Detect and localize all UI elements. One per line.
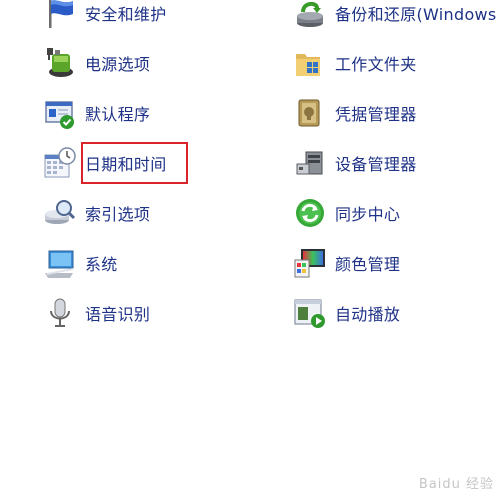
system-computer-icon [43,246,77,280]
color-management-icon [293,246,327,280]
control-panel-item-color-management[interactable]: 颜色管理 [293,243,400,283]
label-color-management: 颜色管理 [335,255,401,274]
label-sync-center: 同步中心 [335,205,401,224]
label-security-maintenance: 安全和维护 [85,5,167,24]
control-panel-item-work-folders[interactable]: 工作文件夹 [293,43,417,83]
control-panel-item-default-programs[interactable]: 默认程序 [43,93,150,133]
label-speech-recognition: 语音识别 [85,305,151,324]
security-maintenance-flag-icon [43,0,77,30]
default-programs-icon [43,96,77,130]
label-default-programs: 默认程序 [85,105,151,124]
date-time-calendar-icon [43,146,77,180]
label-system: 系统 [85,255,118,274]
label-credential-manager: 凭据管理器 [335,105,417,124]
device-manager-icon [293,146,327,180]
credential-manager-icon [293,96,327,130]
baidu-watermark: Baidu 经验 [418,477,494,492]
power-options-battery-icon [43,46,77,80]
indexing-options-icon [43,196,77,230]
highlight-box [81,142,188,184]
label-power-options: 电源选项 [85,55,151,74]
control-panel-item-power-options[interactable]: 电源选项 [43,43,150,83]
control-panel-item-security-maintenance[interactable]: 安全和维护 [43,0,167,33]
work-folders-icon [293,46,327,80]
control-panel-item-backup-restore[interactable]: 备份和还原(Windows 7 [293,0,500,33]
control-panel-item-device-manager[interactable]: 设备管理器 [293,143,417,183]
sync-center-icon [293,196,327,230]
label-backup-restore: 备份和还原(Windows 7 [335,5,500,24]
label-work-folders: 工作文件夹 [335,55,417,74]
control-panel-item-speech-recognition[interactable]: 语音识别 [43,293,150,333]
control-panel-item-autoplay[interactable]: 自动播放 [293,293,400,333]
label-device-manager: 设备管理器 [335,155,417,174]
backup-restore-icon [293,0,327,30]
speech-recognition-microphone-icon [43,296,77,330]
label-indexing-options: 索引选项 [85,205,151,224]
control-panel-item-sync-center[interactable]: 同步中心 [293,193,400,233]
control-panel-item-credential-manager[interactable]: 凭据管理器 [293,93,417,133]
control-panel-item-system[interactable]: 系统 [43,243,118,283]
autoplay-icon [293,296,327,330]
control-panel-item-indexing-options[interactable]: 索引选项 [43,193,150,233]
label-autoplay: 自动播放 [335,305,401,324]
